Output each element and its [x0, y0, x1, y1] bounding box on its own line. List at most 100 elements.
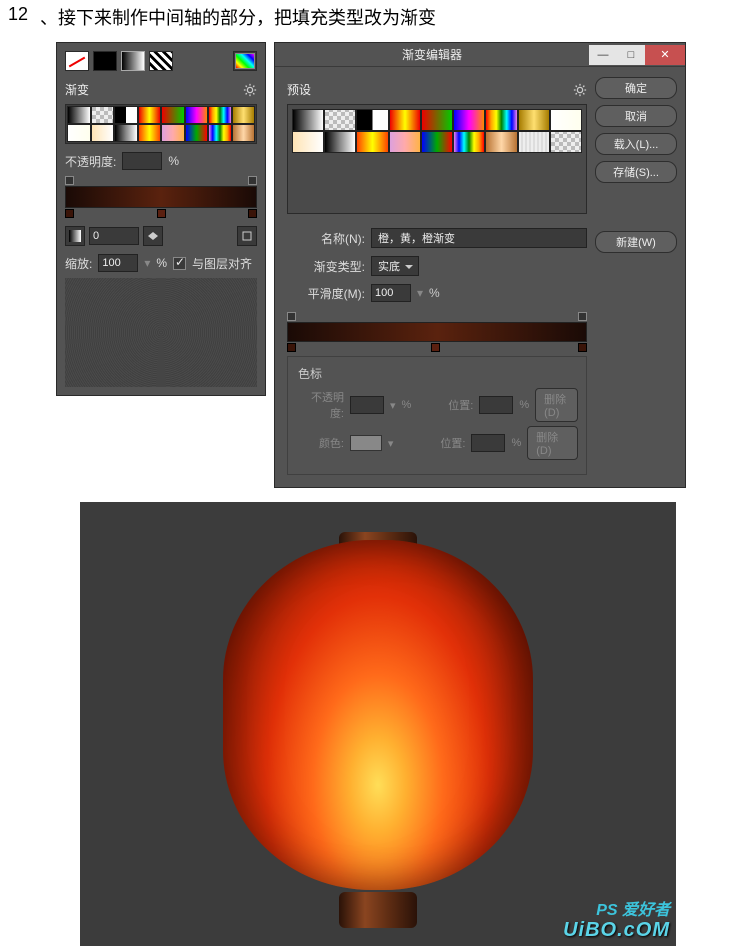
swatch[interactable] [67, 124, 91, 142]
stop-color-position-input[interactable] [471, 434, 505, 452]
preset-swatch[interactable] [421, 109, 453, 131]
presets-box [287, 104, 587, 214]
swatch[interactable] [161, 124, 185, 142]
preset-swatch[interactable] [453, 109, 485, 131]
swatch[interactable] [185, 124, 209, 142]
gradient-preview-bar[interactable] [65, 186, 257, 208]
minimize-button[interactable]: — [589, 45, 617, 65]
gradient-type-select[interactable]: 实底 [371, 256, 419, 276]
preset-swatch[interactable] [389, 109, 421, 131]
preset-swatch[interactable] [324, 131, 356, 153]
opacity-stop[interactable] [287, 312, 296, 321]
preset-swatch[interactable] [453, 131, 485, 153]
stop-position-input[interactable] [479, 396, 513, 414]
opacity-input[interactable] [122, 152, 162, 170]
cancel-button[interactable]: 取消 [595, 105, 677, 127]
stop-position-unit: % [519, 399, 529, 411]
opacity-unit: % [168, 154, 179, 168]
reverse-button[interactable] [143, 226, 163, 246]
preset-swatch[interactable] [550, 109, 582, 131]
swatch[interactable] [114, 106, 138, 124]
align-layer-checkbox[interactable] [173, 257, 186, 270]
opacity-label: 不透明度: [65, 153, 116, 170]
load-button[interactable]: 载入(L)... [595, 133, 677, 155]
opacity-stop[interactable] [65, 176, 74, 185]
swatch[interactable] [161, 106, 185, 124]
stop-position-label-2: 位置: [419, 435, 465, 451]
result-preview-image: PS 爱好者 UiBO.cOM [80, 502, 676, 946]
lantern-bottom-cap [339, 892, 417, 928]
color-stop[interactable] [287, 343, 296, 352]
stop-color-well[interactable] [350, 435, 382, 451]
close-button[interactable]: ✕ [645, 45, 685, 65]
gradient-type-linear-button[interactable] [65, 226, 85, 246]
swatch[interactable] [185, 106, 209, 124]
gradient-name-input[interactable] [371, 228, 587, 248]
preset-swatch[interactable] [518, 109, 550, 131]
stop-opacity-unit: % [402, 399, 412, 411]
ok-button[interactable]: 确定 [595, 77, 677, 99]
color-stop[interactable] [157, 209, 166, 218]
scale-label: 缩放: [65, 255, 92, 272]
angle-input[interactable] [89, 227, 139, 245]
stop-opacity-input[interactable] [350, 396, 384, 414]
step-description: 、接下来制作中间轴的部分，把填充类型改为渐变 [40, 8, 436, 28]
gradient-editor-bar[interactable] [287, 322, 587, 342]
gradient-editor-dialog: 渐变编辑器 — □ ✕ 预设 [274, 42, 686, 488]
swatch[interactable] [91, 124, 115, 142]
swatch[interactable] [208, 106, 232, 124]
fill-none-button[interactable] [65, 51, 89, 71]
gradient-swatch-grid [65, 104, 257, 144]
stop-position-unit-2: % [511, 437, 521, 449]
fill-solid-button[interactable] [93, 51, 117, 71]
stops-title: 色标 [298, 365, 578, 382]
smoothness-input[interactable] [371, 284, 411, 302]
swatch[interactable] [138, 106, 162, 124]
presets-label: 预设 [287, 81, 311, 98]
swatch[interactable] [114, 124, 138, 142]
swatch[interactable] [208, 124, 232, 142]
gradient-type-label: 渐变类型: [287, 258, 365, 275]
color-stop[interactable] [65, 209, 74, 218]
color-stop[interactable] [248, 209, 257, 218]
opacity-stop[interactable] [248, 176, 257, 185]
preset-swatch[interactable] [389, 131, 421, 153]
preset-swatch[interactable] [485, 109, 517, 131]
preset-swatch[interactable] [324, 109, 356, 131]
snap-button[interactable] [237, 226, 257, 246]
delete-opacity-stop-button[interactable]: 删除(D) [535, 388, 578, 422]
preset-swatch[interactable] [421, 131, 453, 153]
preset-swatch[interactable] [356, 131, 388, 153]
swatch[interactable] [232, 106, 256, 124]
save-button[interactable]: 存储(S)... [595, 161, 677, 183]
maximize-button[interactable]: □ [617, 45, 645, 65]
align-layer-label: 与图层对齐 [192, 255, 252, 272]
swatch[interactable] [138, 124, 162, 142]
preset-swatch[interactable] [356, 109, 388, 131]
preset-swatch[interactable] [485, 131, 517, 153]
swatch[interactable] [67, 106, 91, 124]
fill-pattern-button[interactable] [149, 51, 173, 71]
delete-color-stop-button[interactable]: 删除(D) [527, 426, 578, 460]
gear-icon[interactable] [243, 83, 257, 97]
fill-gradient-button[interactable] [121, 51, 145, 71]
lantern-body [223, 540, 533, 890]
swatch[interactable] [232, 124, 256, 142]
color-picker-button[interactable] [233, 51, 257, 71]
preset-swatch[interactable] [518, 131, 550, 153]
color-stop[interactable] [578, 343, 587, 352]
gear-icon[interactable] [573, 83, 587, 97]
gradient-section-label: 渐变 [65, 81, 89, 98]
preset-swatch[interactable] [292, 109, 324, 131]
scale-input[interactable] [98, 254, 138, 272]
watermark-line1: PS 爱好者 [596, 896, 670, 920]
texture-preview [65, 278, 257, 387]
new-button[interactable]: 新建(W) [595, 231, 677, 253]
stop-opacity-label: 不透明度: [298, 389, 344, 421]
opacity-stop[interactable] [578, 312, 587, 321]
preset-swatch[interactable] [550, 131, 582, 153]
watermark-line2: UiBO.cOM [563, 919, 670, 942]
swatch[interactable] [91, 106, 115, 124]
color-stop[interactable] [431, 343, 440, 352]
preset-swatch[interactable] [292, 131, 324, 153]
